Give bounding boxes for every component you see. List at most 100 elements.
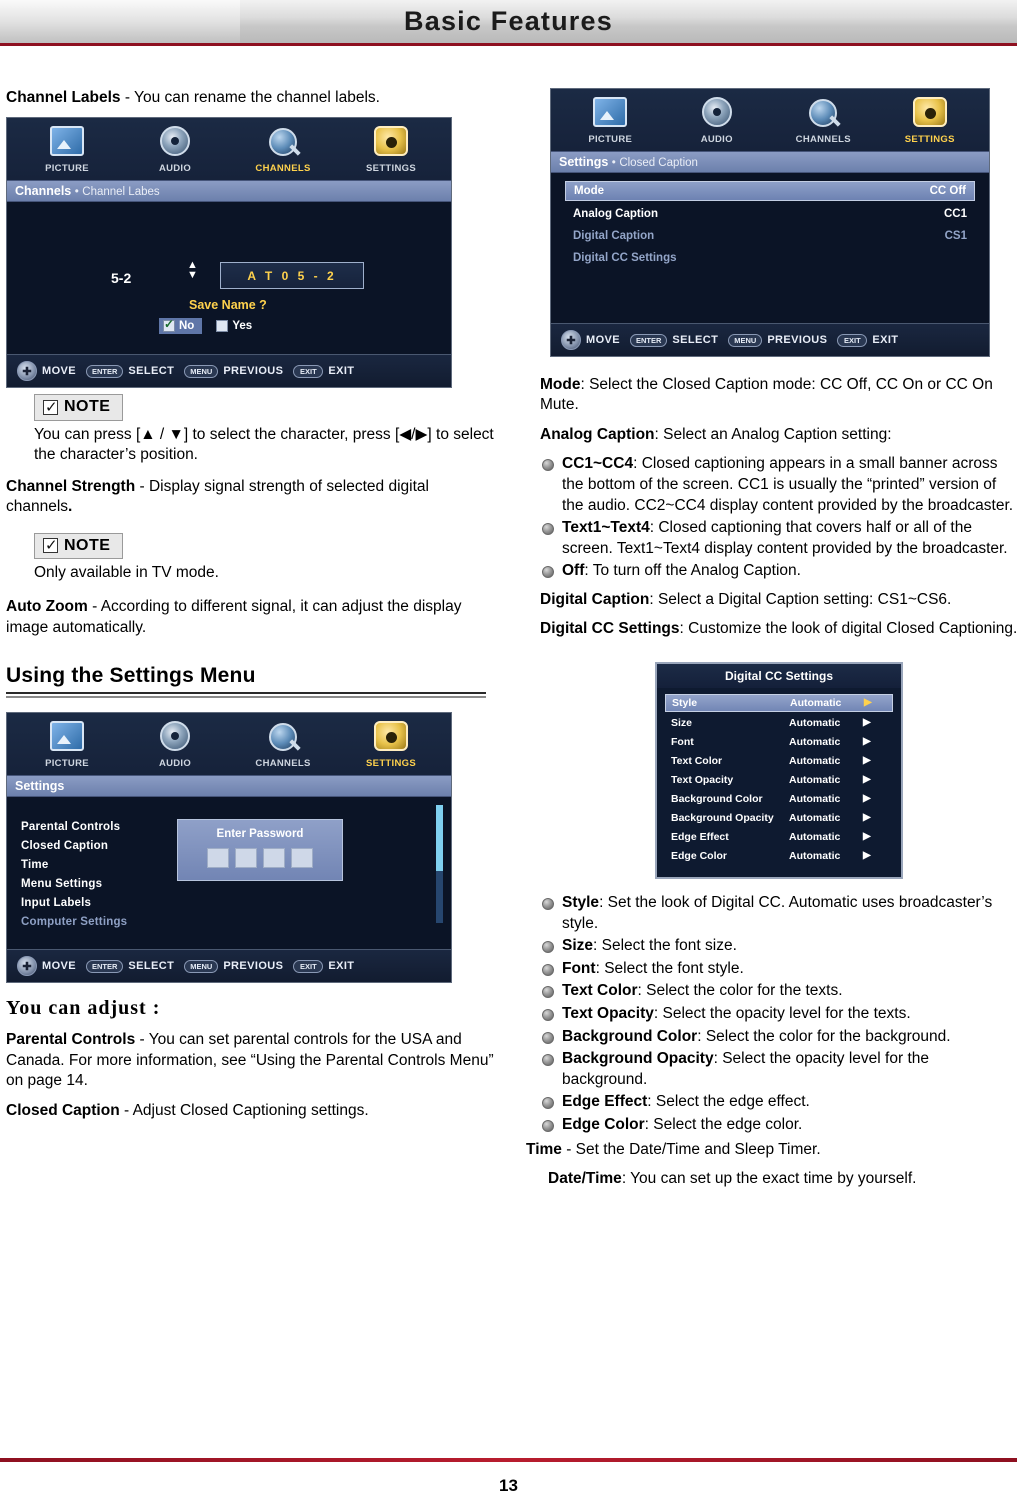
section-divider [6,692,486,699]
menu-item-closed-caption[interactable]: Closed Caption [21,840,169,852]
exit-key-icon: EXIT [293,364,324,378]
bullet-term: Size [562,937,594,955]
osd-digital-cc-settings: Digital CC Settings Style Automatic ▶ Si… [655,661,903,879]
menu-item-input-labels[interactable]: Input Labels [21,897,169,909]
cc-row-digital-cc-settings[interactable]: Digital CC Settings [565,249,975,267]
footer-move[interactable]: ✚ MOVE [561,330,620,350]
menu-item-time[interactable]: Time [21,859,169,871]
osd-tab-settings[interactable]: SETTINGS [887,97,973,147]
chevron-right-icon[interactable]: ▶ [863,850,871,861]
footer-move[interactable]: ✚ MOVE [17,361,76,382]
dccs-row-background-opacity[interactable]: Background Opacity Automatic ▶ [665,810,893,826]
mode-term: Mode [540,376,581,393]
footer-exit[interactable]: EXIT EXIT [293,364,354,378]
breadcrumb-separator: • [74,186,79,199]
osd-tab-picture[interactable]: PICTURE [567,97,653,147]
footer-previous[interactable]: MENU PREVIOUS [184,959,283,973]
menu-key-icon: MENU [728,333,763,347]
dpad-icon: ✚ [17,361,37,382]
bullet-desc: : Select the font style. [595,959,744,977]
enter-key-icon: ENTER [86,364,124,378]
chevron-right-icon[interactable]: ▶ [863,812,871,823]
audio-icon [160,126,190,157]
scrollbar-thumb[interactable] [436,805,443,872]
osd-tab-channels[interactable]: CHANNELS [780,99,866,147]
footer-select[interactable]: ENTER SELECT [86,959,174,973]
password-cell[interactable] [235,848,257,869]
cc-row-analog-caption[interactable]: Analog Caption CC1 [565,205,975,223]
bullet-size: Size: Select the font size. [540,936,1017,957]
password-cell[interactable] [263,848,285,869]
osd-tab-picture[interactable]: PICTURE [24,126,110,176]
dccs-row-style[interactable]: Style Automatic ▶ [665,693,893,712]
cc-row-digital-caption[interactable]: Digital Caption CS1 [565,227,975,245]
osd-tab-audio[interactable]: AUDIO [674,97,760,147]
footer-select[interactable]: ENTER SELECT [86,364,174,378]
dccs-row-edge-color[interactable]: Edge Color Automatic ▶ [665,848,893,864]
osd-tab-label: AUDIO [158,758,192,770]
bullet-term: Font [562,959,596,977]
footer-exit[interactable]: EXIT EXIT [293,959,354,973]
footer-previous[interactable]: MENU PREVIOUS [728,333,827,347]
footer-select[interactable]: ENTER SELECT [630,333,718,347]
osd-tab-settings[interactable]: SETTINGS [348,126,434,176]
cc-row-mode[interactable]: Mode CC Off [565,181,975,201]
channel-labels-term: Channel Labels [6,89,121,106]
menu-item-parental-controls[interactable]: Parental Controls [21,821,169,833]
osd-tab-picture[interactable]: PICTURE [24,721,110,771]
menu-item-computer-settings[interactable]: Computer Settings [21,916,169,928]
dccs-row-value: Automatic [789,849,841,862]
bullet-dot-icon [542,1031,554,1044]
chevron-right-icon[interactable]: ▶ [863,755,871,766]
chevron-right-icon[interactable]: ▶ [864,697,872,708]
chevron-right-icon[interactable]: ▶ [863,736,871,747]
dccs-row-text-color[interactable]: Text Color Automatic ▶ [665,753,893,769]
footer-exit[interactable]: EXIT EXIT [837,333,898,347]
dccs-row-background-color[interactable]: Background Color Automatic ▶ [665,791,893,807]
parental-controls-paragraph: Parental Controls - You can set parental… [6,1030,496,1091]
osd-tab-label: SETTINGS [366,163,416,175]
bullet-term: Text Color [562,982,638,1000]
save-option-yes[interactable]: Yes [212,318,260,334]
osd-tab-settings[interactable]: SETTINGS [348,721,434,771]
dccs-row-text-opacity[interactable]: Text Opacity Automatic ▶ [665,772,893,788]
checkbox-icon [163,317,175,333]
dccs-row-size[interactable]: Size Automatic ▶ [665,715,893,731]
updown-arrows-icon[interactable]: ▲ ▼ [187,260,198,281]
osd-tab-label: SETTINGS [904,134,955,145]
osd-closed-caption: PICTURE AUDIO CHANNELS SETTINGS Settings… [550,88,990,357]
bullet-desc: : Select the edge effect. [647,1093,810,1111]
bullet-desc: : To turn off the Analog Caption. [584,562,801,580]
save-option-no[interactable]: No [159,317,203,335]
analog-caption-desc: : Select an Analog Caption setting: [654,425,892,443]
dccs-row-font[interactable]: Font Automatic ▶ [665,734,893,750]
settings-right-pane: Enter Password [169,797,451,949]
password-cell[interactable] [207,848,229,869]
chevron-right-icon[interactable]: ▶ [863,793,871,804]
osd-tab-channels[interactable]: CHANNELS [240,128,326,176]
channel-strength-paragraph: Channel Strength - Display signal streng… [6,477,496,518]
chevron-right-icon[interactable]: ▶ [863,774,871,785]
channels-icon [809,99,838,127]
osd-tab-audio[interactable]: AUDIO [132,721,218,771]
enter-password-title: Enter Password [216,828,304,841]
channel-name-input[interactable]: A T 0 5 - 2 [220,262,364,290]
footer-move[interactable]: ✚ MOVE [17,956,76,977]
chevron-right-icon[interactable]: ▶ [863,831,871,842]
password-cell[interactable] [291,848,313,869]
osd-tab-label: CHANNELS [255,163,311,175]
osd-tab-audio[interactable]: AUDIO [132,126,218,176]
parental-controls-term: Parental Controls [6,1031,136,1049]
dccs-row-edge-effect[interactable]: Edge Effect Automatic ▶ [665,829,893,845]
bullet-background-color: Background Color: Select the color for t… [540,1027,1017,1048]
analog-caption-paragraph: Analog Caption: Select an Analog Caption… [540,425,1017,445]
dccs-row-label: Edge Effect [671,830,729,843]
menu-item-menu-settings[interactable]: Menu Settings [21,878,169,890]
channel-strength-tail: . [68,498,73,516]
chevron-right-icon[interactable]: ▶ [863,717,871,728]
osd-tab-channels[interactable]: CHANNELS [240,723,326,771]
password-cells[interactable] [178,848,342,869]
breadcrumb-sub: Channel Labes [82,186,160,199]
enter-key-icon: ENTER [86,959,124,973]
footer-previous[interactable]: MENU PREVIOUS [184,364,283,378]
